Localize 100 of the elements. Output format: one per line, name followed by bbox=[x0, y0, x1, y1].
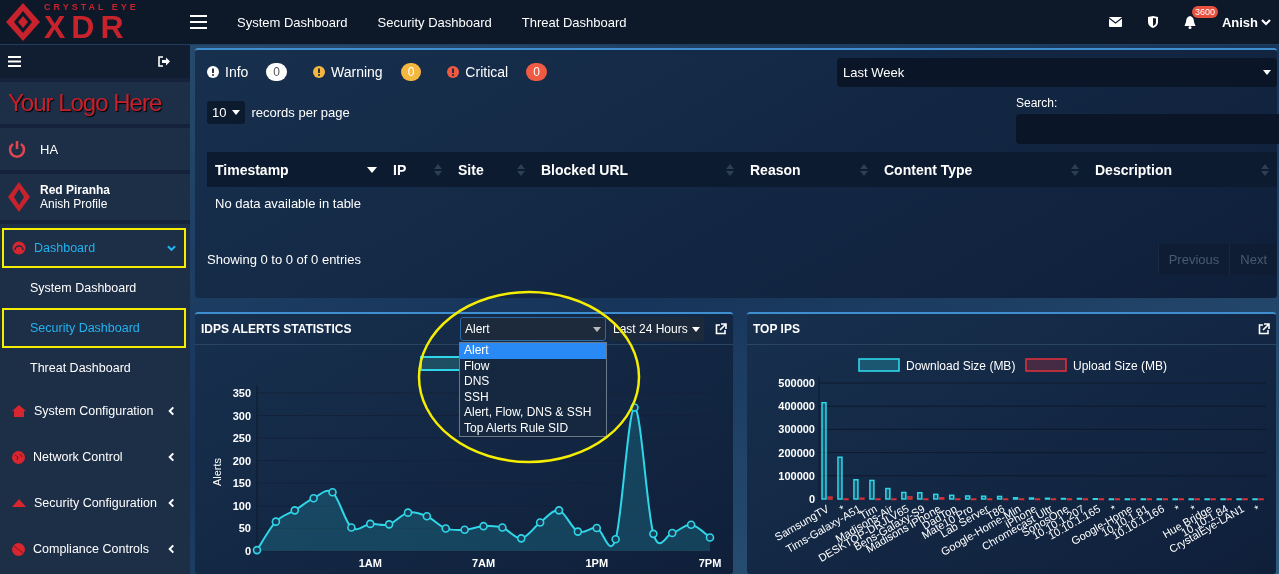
chevron-icon bbox=[1261, 18, 1271, 26]
dropdown-option[interactable]: DNS bbox=[460, 374, 606, 390]
data-point bbox=[252, 545, 262, 555]
data-point bbox=[365, 519, 375, 529]
column-header[interactable]: Timestamp bbox=[215, 161, 289, 178]
globe-icon bbox=[12, 450, 25, 464]
caret-icon bbox=[232, 109, 241, 115]
empty-table-message: No data available in table bbox=[214, 195, 362, 213]
data-point bbox=[328, 488, 337, 497]
y-tick-label: 200000 bbox=[778, 446, 815, 459]
count-badge: 0 bbox=[400, 63, 422, 81]
column-header[interactable]: IP bbox=[393, 161, 407, 178]
brand-name: XDR bbox=[44, 11, 130, 42]
data-point bbox=[516, 534, 526, 543]
external-link-icon[interactable] bbox=[1258, 323, 1270, 335]
external-link-icon[interactable] bbox=[715, 323, 727, 335]
y-tick-label: 50 bbox=[238, 522, 251, 535]
sidebar-item[interactable]: Network Control bbox=[2, 434, 186, 480]
type-select[interactable]: Alert bbox=[460, 317, 606, 341]
sidebar-subitem[interactable]: Threat Dashboard bbox=[2, 348, 186, 388]
sidebar-item[interactable]: System Configuration bbox=[2, 388, 186, 434]
triangle-icon bbox=[12, 499, 26, 507]
data-point bbox=[460, 525, 469, 535]
column-header[interactable]: Blocked URL bbox=[541, 161, 629, 178]
shield-icon[interactable] bbox=[1147, 16, 1158, 28]
dropdown-option[interactable]: Alert, Flow, DNS & SSH bbox=[460, 405, 606, 421]
legend-swatch bbox=[858, 358, 900, 372]
mail-icon[interactable] bbox=[1108, 17, 1122, 27]
brand-tagline: CRYSTAL EYE bbox=[44, 2, 139, 12]
data-point bbox=[384, 520, 394, 529]
legend-label: Download Size (MB) bbox=[906, 359, 1016, 373]
data-point bbox=[422, 511, 432, 521]
sidebar-subitem[interactable]: System Dashboard bbox=[2, 268, 186, 308]
profile-name: Anish Profile bbox=[40, 197, 109, 211]
y-tick-label: 100 bbox=[232, 499, 251, 512]
data-point bbox=[535, 518, 545, 527]
dropdown-option[interactable]: SSH bbox=[460, 389, 606, 405]
profile-logo-icon bbox=[8, 182, 30, 212]
sign-out-icon[interactable] bbox=[158, 56, 170, 67]
dropdown-option[interactable]: Flow bbox=[460, 358, 606, 374]
x-tick-label: 1PM bbox=[585, 557, 609, 569]
bell-icon[interactable] bbox=[1183, 15, 1196, 29]
y-axis-title: Alerts bbox=[211, 457, 223, 487]
count-badge: 0 bbox=[526, 63, 547, 81]
caret-icon bbox=[692, 326, 700, 332]
legend-label: Upload Size (MB) bbox=[1073, 359, 1168, 373]
search-label: Search: bbox=[1016, 96, 1059, 110]
x-tick-label: * bbox=[1252, 502, 1262, 515]
home-icon bbox=[12, 405, 26, 417]
x-tick-label: 7PM bbox=[698, 557, 722, 569]
sidebar-item[interactable]: Dashboard bbox=[2, 228, 186, 268]
data-point bbox=[667, 528, 677, 538]
severity-label: Warning bbox=[331, 64, 383, 80]
power-icon[interactable] bbox=[8, 140, 26, 158]
data-point bbox=[403, 508, 413, 517]
ha-label: HA bbox=[39, 141, 59, 157]
data-point bbox=[630, 403, 639, 412]
data-point bbox=[686, 520, 696, 530]
caret-icon bbox=[593, 326, 601, 332]
nav-link[interactable]: System Dashboard bbox=[237, 14, 348, 30]
profile-org: Red Piranha bbox=[40, 183, 111, 197]
menu-icon[interactable] bbox=[8, 56, 21, 67]
data-point bbox=[705, 533, 715, 542]
caret-icon bbox=[1263, 69, 1271, 75]
sidebar-item[interactable]: Security Configuration bbox=[2, 480, 186, 526]
table-info: Showing 0 to 0 of 0 entries bbox=[207, 252, 361, 267]
notification-badge: 3600 bbox=[1191, 5, 1218, 18]
user-menu[interactable]: Anish bbox=[1221, 14, 1271, 30]
y-tick-label: 100000 bbox=[778, 469, 815, 482]
data-point bbox=[592, 523, 602, 533]
dropdown-option[interactable]: Top Alerts Rule SID bbox=[460, 420, 606, 436]
data-point bbox=[479, 521, 488, 531]
nav-link[interactable]: Threat Dashboard bbox=[521, 14, 627, 30]
panel-title: IDPS ALERTS STATISTICS bbox=[201, 322, 352, 336]
search-field[interactable] bbox=[1016, 114, 1279, 144]
column-header[interactable]: Content Type bbox=[884, 161, 973, 178]
y-tick-label: 300000 bbox=[778, 423, 815, 436]
severity-label: Critical bbox=[465, 64, 509, 80]
sidebar-item[interactable]: Compliance Controls bbox=[2, 526, 186, 572]
data-point bbox=[573, 527, 583, 536]
sidebar-subitem[interactable]: Security Dashboard bbox=[2, 308, 186, 348]
y-tick-label: 150 bbox=[232, 477, 251, 490]
y-tick-label: 300 bbox=[232, 409, 251, 422]
severity-label: Info bbox=[225, 64, 249, 80]
data-point bbox=[441, 524, 451, 533]
nav-link[interactable]: Security Dashboard bbox=[377, 14, 492, 30]
menu-icon[interactable] bbox=[190, 15, 207, 29]
column-header[interactable]: Site bbox=[458, 161, 484, 178]
page-size-select[interactable]: 10 bbox=[207, 100, 246, 124]
page-size-label: records per page bbox=[251, 104, 350, 120]
period-select[interactable]: Last Week bbox=[837, 57, 1277, 87]
data-point bbox=[498, 523, 507, 532]
y-tick-label: 200 bbox=[232, 454, 251, 467]
column-header[interactable]: Reason bbox=[750, 161, 801, 178]
data-point bbox=[347, 523, 356, 532]
y-tick-label: 500000 bbox=[778, 377, 815, 389]
y-tick-label: 250 bbox=[232, 432, 251, 445]
x-tick-label: 7AM bbox=[471, 557, 496, 569]
legend-swatch bbox=[1025, 358, 1067, 372]
column-header[interactable]: Description bbox=[1095, 161, 1172, 178]
